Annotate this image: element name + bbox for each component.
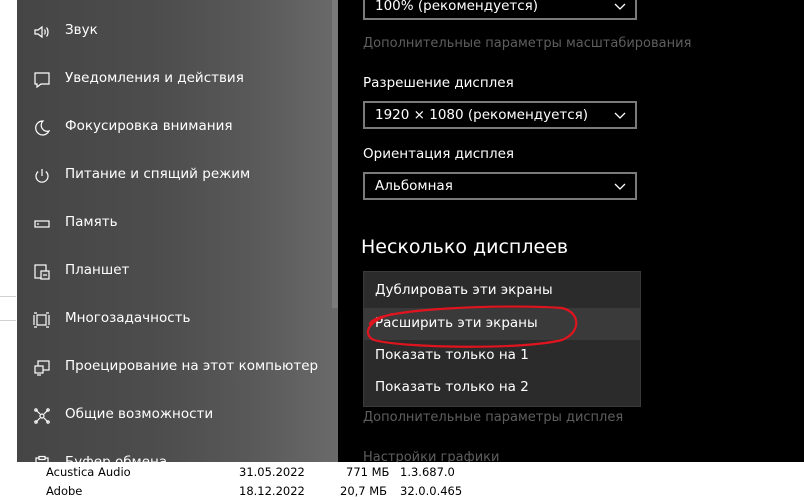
- option-label: Расширить эти экраны: [375, 315, 538, 331]
- program-date: 31.05.2022: [239, 465, 305, 479]
- graphics-settings-link[interactable]: Настройки графики: [363, 450, 499, 462]
- display-settings-content: 100% (рекомендуется) Дополнительные пара…: [338, 0, 804, 462]
- dropdown-value: Альбомная: [375, 178, 453, 194]
- program-name: Adobe: [46, 484, 83, 498]
- program-size: 20,7 МБ: [340, 484, 388, 498]
- sidebar-item-focus-assist[interactable]: Фокусировка внимания: [17, 104, 338, 152]
- notification-icon: [33, 71, 51, 89]
- sidebar-item-label: Общие возможности: [65, 406, 214, 422]
- sidebar-item-storage[interactable]: Память: [17, 200, 338, 248]
- sidebar-item-label: Питание и спящий режим: [65, 166, 251, 182]
- orientation-label: Ориентация дисплея: [363, 146, 515, 162]
- scale-dropdown[interactable]: 100% (рекомендуется): [363, 0, 637, 20]
- program-version: 32.0.0.465: [400, 484, 463, 498]
- chevron-down-icon: [614, 3, 626, 10]
- sidebar-item-label: Проецирование на этот компьютер: [65, 358, 319, 374]
- sidebar: Звук Уведомления и действия Фокусировка …: [17, 0, 338, 462]
- dropdown-value: 100% (рекомендуется): [375, 0, 539, 14]
- option-show-only-1[interactable]: Показать только на 1: [364, 340, 640, 372]
- settings-window: Звук Уведомления и действия Фокусировка …: [17, 0, 804, 462]
- option-extend-displays[interactable]: Расширить эти экраны: [364, 308, 640, 340]
- sidebar-item-label: Фокусировка внимания: [65, 118, 233, 134]
- sidebar-item-label: Уведомления и действия: [65, 70, 244, 86]
- storage-icon: [33, 215, 51, 233]
- resolution-label: Разрешение дисплея: [363, 75, 514, 91]
- background-divider: [0, 296, 16, 297]
- projecting-icon: [33, 359, 51, 377]
- option-duplicate-displays[interactable]: Дублировать эти экраны: [364, 275, 640, 307]
- sidebar-item-label: Звук: [65, 22, 98, 38]
- advanced-display-link[interactable]: Дополнительные параметры дисплея: [363, 410, 623, 425]
- sidebar-item-projecting[interactable]: Проецирование на этот компьютер: [17, 344, 338, 392]
- sidebar-item-shared-experiences[interactable]: Общие возможности: [17, 392, 338, 440]
- sidebar-item-clipboard[interactable]: Буфер обмена: [17, 440, 338, 462]
- multitasking-icon: [33, 311, 51, 329]
- multiple-displays-title: Несколько дисплеев: [361, 236, 569, 258]
- background-divider: [0, 320, 16, 321]
- speaker-icon: [33, 23, 51, 41]
- shared-experiences-icon: [33, 407, 51, 425]
- chevron-down-icon: [614, 183, 626, 190]
- option-show-only-2[interactable]: Показать только на 2: [364, 372, 640, 404]
- clipboard-icon: [33, 455, 51, 462]
- sidebar-item-tablet[interactable]: Планшет: [17, 248, 338, 296]
- multiple-displays-dropdown-list: Дублировать эти экраны Расширить эти экр…: [363, 271, 641, 407]
- orientation-dropdown[interactable]: Альбомная: [363, 172, 637, 200]
- advanced-scaling-link[interactable]: Дополнительные параметры масштабирования: [363, 36, 691, 51]
- dropdown-value: 1920 × 1080 (рекомендуется): [375, 107, 589, 123]
- sidebar-item-label: Планшет: [65, 262, 130, 278]
- program-version: 1.3.687.0: [400, 465, 455, 479]
- sidebar-item-power-sleep[interactable]: Питание и спящий режим: [17, 152, 338, 200]
- sidebar-item-multitasking[interactable]: Многозадачность: [17, 296, 338, 344]
- sidebar-item-label: Память: [65, 214, 118, 230]
- sidebar-item-sound[interactable]: Звук: [17, 8, 338, 56]
- sidebar-item-notifications[interactable]: Уведомления и действия: [17, 56, 338, 104]
- resolution-dropdown[interactable]: 1920 × 1080 (рекомендуется): [363, 101, 637, 129]
- option-label: Показать только на 2: [375, 379, 529, 395]
- program-size: 771 МБ: [346, 465, 390, 479]
- option-label: Дублировать эти экраны: [375, 282, 553, 298]
- chevron-down-icon: [614, 112, 626, 119]
- sidebar-item-label: Многозадачность: [65, 310, 191, 326]
- sidebar-item-label: Буфер обмена: [65, 454, 168, 462]
- moon-icon: [33, 119, 51, 137]
- power-icon: [33, 167, 51, 185]
- program-name: Acustica Audio: [46, 465, 131, 479]
- option-label: Показать только на 1: [375, 347, 529, 363]
- tablet-icon: [33, 263, 51, 281]
- program-date: 18.12.2022: [239, 484, 305, 498]
